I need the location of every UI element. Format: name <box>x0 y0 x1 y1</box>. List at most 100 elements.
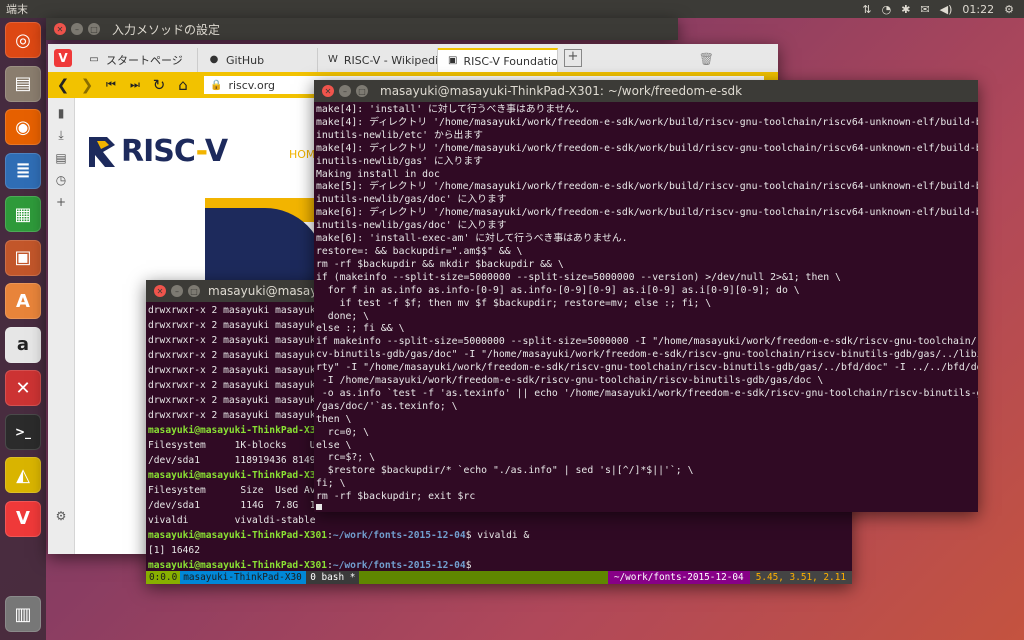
input-method-settings-window[interactable]: ✕ – □ 入力メソッドの設定 <box>46 18 678 40</box>
bluetooth-icon[interactable]: ✱ <box>901 3 910 16</box>
dpkg-row: vivaldi vivaldi-stable <box>148 515 316 526</box>
minimize-icon[interactable]: – <box>71 23 83 35</box>
maximize-icon[interactable]: □ <box>356 85 368 97</box>
terminal-line: rty" -I "/home/masayuki/work/freedom-e-s… <box>316 362 978 374</box>
minimize-icon[interactable]: – <box>339 85 351 97</box>
terminal-line: if (makeinfo --split-size=5000000 --spli… <box>316 271 841 283</box>
side-panel-bar: ▮ ⤓ ▤ ◷ + ⚙ <box>48 98 75 554</box>
indicator-area: ⇅ ◔ ✱ ✉ ◀) 01:22 ⚙ <box>862 3 1024 16</box>
launcher-settings-icon[interactable]: ✕ <box>5 370 41 406</box>
terminal-line: if test -f $f; then mv $f $backupdir; re… <box>316 297 712 309</box>
history-icon[interactable]: ◷ <box>48 173 74 187</box>
launcher-trash-icon[interactable]: ▥ <box>5 596 41 632</box>
carousel-prev-icon[interactable]: ‹ <box>85 348 96 381</box>
tmux-fill <box>359 571 608 584</box>
url-text: riscv.org <box>228 78 276 92</box>
launcher-impress-icon[interactable]: ▣ <box>5 239 41 276</box>
reload-icon[interactable]: ↻ <box>150 76 168 94</box>
term1-titlebar[interactable]: ✕ – □ masayuki@masayuki-ThinkPad-X301: ~… <box>314 80 978 102</box>
terminal-line: rc=0; \ <box>316 426 370 438</box>
close-icon[interactable]: ✕ <box>154 285 166 297</box>
launcher-vivaldi-icon[interactable]: V <box>5 500 41 537</box>
maximize-icon[interactable]: □ <box>188 285 200 297</box>
active-app-name: 端末 <box>6 3 28 16</box>
notes-icon[interactable]: ▤ <box>48 151 74 165</box>
terminal-line: done; \ <box>316 310 370 322</box>
tab-github[interactable]: ● GitHub <box>198 48 318 72</box>
minimize-icon[interactable]: – <box>171 285 183 297</box>
terminal-line: $restore $backupdir/* `echo "./as.info" … <box>316 465 694 477</box>
wikipedia-icon: W <box>328 54 338 65</box>
volume-icon[interactable]: ◀) <box>940 3 953 16</box>
launcher-calc-icon[interactable]: ▦ <box>5 196 41 232</box>
tab-label: RISC-V Foundation | Instru <box>463 54 558 68</box>
launcher-files-icon[interactable]: ▤ <box>5 65 41 102</box>
terminal-freedom-sdk-window[interactable]: ✕ – □ masayuki@masayuki-ThinkPad-X301: ~… <box>314 80 978 512</box>
terminal-line: make[4]: ディレクトリ '/home/masayuki/work/fre… <box>316 116 978 128</box>
settings-titlebar[interactable]: ✕ – □ 入力メソッドの設定 <box>46 18 678 40</box>
maximize-icon[interactable]: □ <box>88 23 100 35</box>
riscv-icon: ▣ <box>448 55 458 66</box>
riscv-logo[interactable]: RISC-V <box>89 134 228 169</box>
trash-tab-icon[interactable]: 🗑 <box>699 52 714 66</box>
start-page-icon: ▭ <box>89 54 99 65</box>
term1-output[interactable]: make[4]: 'install' に対して行うべき事はありません. make[… <box>314 102 978 510</box>
download-icon[interactable]: ⤓ <box>48 128 74 143</box>
tmux-session: 0:0.0 <box>146 571 181 584</box>
terminal-line: inutils-newlib/gas' に入ります <box>316 155 483 167</box>
terminal-line: /gas/doc/'`as.texinfo; \ <box>316 400 458 412</box>
launcher-terminal-icon[interactable]: >_ <box>5 413 41 450</box>
tmux-load: 5.45, 3.51, 2.11 <box>749 571 852 584</box>
terminal-line: make[4]: 'install' に対して行うべき事はありません. <box>316 104 581 115</box>
logo-dash: - <box>195 134 206 169</box>
launcher-writer-icon[interactable]: ≣ <box>5 152 41 189</box>
top-panel: 端末 ⇅ ◔ ✱ ✉ ◀) 01:22 ⚙ <box>0 0 1024 18</box>
new-tab-button[interactable]: + <box>564 49 582 67</box>
prompt-user: masayuki@masayuki-ThinkPad-X301 <box>148 470 328 481</box>
launcher-firefox-icon[interactable]: ◉ <box>5 109 41 145</box>
vivaldi-menu-button[interactable]: V <box>54 49 72 67</box>
power-gear-icon[interactable]: ⚙ <box>1004 3 1014 16</box>
tab-wikipedia[interactable]: W RISC-V - Wikipedia <box>318 48 438 72</box>
launcher: ◎ ▤ ◉ ≣ ▦ ▣ Aa ✕ >_ ◭ V ▥ <box>0 18 46 640</box>
network-icon[interactable]: ⇅ <box>862 3 871 16</box>
clock[interactable]: 01:22 <box>962 3 994 16</box>
bookmark-icon[interactable]: ▮ <box>48 106 74 120</box>
terminal-line: make[4]: ディレクトリ '/home/masayuki/work/fre… <box>316 142 978 154</box>
terminal-line: Making install in doc <box>316 168 440 180</box>
prompt-user: masayuki@masayuki-ThinkPad-X301 <box>148 530 328 541</box>
forward-icon[interactable]: ❯ <box>78 76 96 94</box>
logo-v: V <box>204 134 228 169</box>
close-icon[interactable]: ✕ <box>322 85 334 97</box>
github-icon: ● <box>209 54 219 65</box>
add-panel-icon[interactable]: + <box>48 195 74 209</box>
tmux-window[interactable]: 0 bash * <box>306 571 360 584</box>
terminal-line: make[6]: ディレクトリ '/home/masayuki/work/fre… <box>316 207 978 219</box>
terminal-line: cv-binutils-gdb/gas/doc" -I "/home/masay… <box>316 349 978 361</box>
terminal-line: -o as.info `test -f 'as.texinfo' || echo… <box>316 387 978 399</box>
settings-gear-icon[interactable]: ⚙ <box>48 509 74 523</box>
home-icon[interactable]: ⌂ <box>174 76 192 94</box>
tab-riscv-foundation[interactable]: ▣ RISC-V Foundation | Instru <box>438 48 558 72</box>
term1-title: masayuki@masayuki-ThinkPad-X301: ~/work/… <box>380 84 743 98</box>
launcher-amazon-icon[interactable]: a <box>5 326 41 363</box>
launcher-tux-icon[interactable]: ◭ <box>5 457 41 493</box>
fastforward-icon[interactable]: ⏭ <box>126 78 144 92</box>
tmux-path: ~/work/fonts-2015-12-04 <box>607 571 750 584</box>
terminal-line: -I /home/masayuki/work/freedom-e-sdk/ris… <box>316 375 824 387</box>
launcher-dash-icon[interactable]: ◎ <box>5 22 41 58</box>
tmux-host: masayuki-ThinkPad-X30 <box>180 571 307 584</box>
back-icon[interactable]: ❮ <box>54 76 72 94</box>
rewind-icon[interactable]: ⏮ <box>102 78 120 92</box>
mail-icon[interactable]: ✉ <box>920 3 929 16</box>
tab-start-page[interactable]: ▭ スタートページ <box>78 48 198 72</box>
terminal-line: if makeinfo --split-size=5000000 --split… <box>316 336 978 348</box>
prompt-path: ~/work/fonts-2015-12-04 <box>332 560 466 571</box>
tab-strip: V ▭ スタートページ ● GitHub W RISC-V - Wikipedia ▣… <box>48 44 778 72</box>
wifi-icon[interactable]: ◔ <box>882 3 892 16</box>
launcher-software-center-icon[interactable]: A <box>5 283 41 319</box>
terminal-line: inutils-newlib/gas/doc' に入ります <box>316 220 507 232</box>
terminal-line: for f in as.info as.info-[0-9] as.info-[… <box>316 284 800 296</box>
close-icon[interactable]: ✕ <box>54 23 66 35</box>
prompt-user: masayuki@masayuki-ThinkPad-X301 <box>148 425 328 436</box>
